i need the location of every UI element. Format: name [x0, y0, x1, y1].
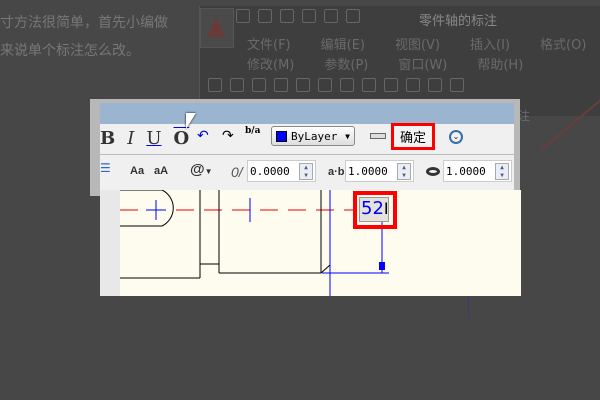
menu-insert[interactable]: 插入(I): [470, 34, 510, 53]
redo-icon[interactable]: ↷: [222, 127, 234, 144]
print-icon[interactable]: [346, 9, 360, 23]
publish-icon[interactable]: [318, 78, 332, 92]
drawing-geometry: [100, 190, 389, 296]
width-factor-icon: [426, 167, 440, 176]
3d-icon[interactable]: [340, 78, 354, 92]
bold-button[interactable]: B: [100, 128, 115, 149]
menu-view[interactable]: 视图(V): [395, 34, 440, 53]
color-select[interactable]: ByLayer ▼: [271, 126, 355, 146]
oblique-angle-value: 0.0000: [250, 164, 290, 178]
width-factor-input[interactable]: 1.0000 ▲ ▼: [443, 160, 512, 182]
undo-icon[interactable]: ↶: [197, 127, 209, 144]
uppercase-button[interactable]: Aa: [130, 165, 144, 177]
options-chevron-icon[interactable]: ⌄: [449, 130, 463, 144]
color-value: ByLayer: [291, 129, 338, 143]
open-icon[interactable]: [230, 78, 244, 92]
symbol-label: @: [190, 161, 205, 178]
bg-line: [468, 296, 469, 318]
ok-button[interactable]: 确定: [391, 123, 435, 150]
oblique-angle-input[interactable]: 0.0000 ▲ ▼: [247, 160, 316, 182]
overline-button[interactable]: O: [174, 128, 190, 149]
menu-edit[interactable]: 编辑(E): [321, 34, 365, 53]
edit-icon[interactable]: [362, 78, 376, 92]
width-factor-value: 1.0000: [446, 164, 486, 178]
tracking-input[interactable]: 1.0000 ▲ ▼: [345, 160, 414, 182]
copy-icon[interactable]: [406, 78, 420, 92]
menu-file[interactable]: 文件(F): [247, 34, 291, 53]
ruler-icon[interactable]: [370, 133, 386, 139]
text-formatting-titlebar[interactable]: [100, 103, 514, 124]
article-text-line-2: 来说单个标注怎么改。: [0, 43, 140, 59]
dimension-text: 52: [361, 198, 384, 219]
menu-help[interactable]: 帮助(H): [477, 54, 523, 73]
dimension-text-input[interactable]: 52I: [359, 197, 389, 222]
menu-window[interactable]: 窗口(W): [398, 54, 447, 73]
plot-icon[interactable]: [274, 78, 288, 92]
undo-icon[interactable]: [302, 9, 316, 23]
lowercase-button[interactable]: aA: [154, 165, 168, 177]
paste-icon[interactable]: [428, 78, 442, 92]
save-icon[interactable]: [252, 78, 266, 92]
underline-button[interactable]: U: [146, 128, 161, 149]
spinner-icon[interactable]: ▲ ▼: [397, 163, 411, 180]
menu-params[interactable]: 参数(P): [324, 54, 368, 73]
tracking-icon: a·b: [328, 166, 345, 178]
drawing-canvas[interactable]: 52I: [100, 190, 521, 296]
stack-label: b/a: [245, 126, 261, 136]
autocad-logo-icon: [207, 17, 225, 37]
color-swatch: [276, 130, 287, 142]
preview-icon[interactable]: [296, 78, 310, 92]
open-icon[interactable]: [258, 9, 272, 23]
menu-modify[interactable]: 修改(M): [247, 54, 294, 73]
redo-icon[interactable]: [324, 9, 338, 23]
text-formatting-toolbar: B I U O ↶ ↷ b/a ByLayer ▼ 确定 ⌄ ☰ Aa aA @…: [100, 123, 514, 190]
spinner-icon[interactable]: ▲ ▼: [299, 163, 313, 180]
mouse-cursor-icon: [186, 113, 196, 129]
menu-format[interactable]: 格式(O): [540, 34, 586, 53]
chevron-down-icon: ▼: [345, 131, 350, 141]
oblique-angle-icon: 0/: [231, 164, 243, 180]
spinner-icon[interactable]: ▲ ▼: [495, 163, 509, 180]
new-icon[interactable]: [208, 78, 222, 92]
match-properties-icon[interactable]: [450, 78, 464, 92]
cut-icon[interactable]: [384, 78, 398, 92]
symbol-button[interactable]: @▼: [190, 161, 213, 178]
justify-icon[interactable]: ☰: [100, 161, 111, 175]
save-icon[interactable]: [280, 9, 294, 23]
stack-button[interactable]: b/a: [245, 126, 261, 136]
standard-toolbar: [208, 78, 464, 92]
divider: [100, 154, 514, 155]
window-title: 零件轴的标注: [419, 14, 498, 29]
article-text-line-1: 寸方法很简单，首先小编做: [0, 15, 168, 31]
new-icon[interactable]: [236, 9, 250, 23]
app-menu-button[interactable]: [200, 8, 234, 48]
italic-button[interactable]: I: [127, 128, 134, 149]
tracking-value: 1.0000: [348, 164, 388, 178]
draw-toolbar: [100, 190, 120, 296]
